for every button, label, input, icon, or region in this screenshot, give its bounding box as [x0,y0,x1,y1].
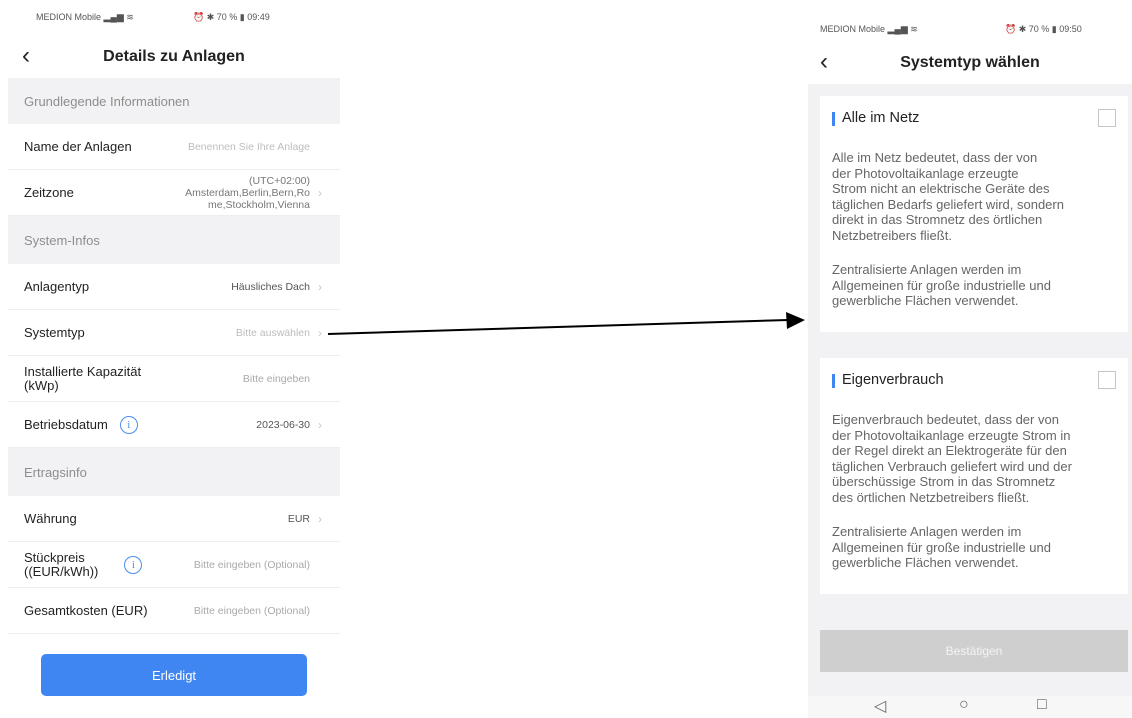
section-system-info: System-Infos [8,216,340,264]
chevron-right-icon: › [318,279,322,294]
section-basic-info: Grundlegende Informationen [8,78,340,124]
option-checkbox[interactable] [1098,109,1116,127]
row-label: Anlagentyp [24,278,90,294]
option-description: Eigenverbrauch bedeutet, dass der von de… [832,412,1072,505]
chevron-right-icon: › [318,417,322,432]
system-type-select[interactable]: Bitte auswählen [236,327,310,339]
accent-bar [832,112,835,126]
battery-level: 70 % [1028,24,1050,34]
page-title: Details zu Anlagen [103,48,245,65]
clock: 09:49 [247,12,270,22]
option-checkbox[interactable] [1098,371,1116,389]
row-system-type[interactable]: Systemtyp Bitte auswählen › [8,310,340,356]
battery-level: 70 % [216,12,238,22]
option-title: Eigenverbrauch [842,372,944,388]
nav-bar: ‹ Systemtyp wählen [808,40,1132,84]
row-currency[interactable]: Währung EUR › [8,496,340,542]
info-icon[interactable]: i [124,555,143,574]
option-note: Zentralisierte Anlagen werden im Allgeme… [832,524,1051,570]
row-label: Zeitzone [24,184,74,200]
capacity-input[interactable]: Bitte eingeben [243,373,310,385]
option-card-grid[interactable]: Alle im Netz Alle im Netz bedeutet, dass… [820,96,1128,332]
circle-home-icon[interactable]: ○ [959,696,969,714]
done-button[interactable]: Erledigt [41,654,307,696]
option-note: Zentralisierte Anlagen werden im Allgeme… [832,262,1051,308]
section-yield-info: Ertragsinfo [8,448,340,496]
row-plant-name[interactable]: Name der Anlagen Benennen Sie Ihre Anlag… [8,124,340,170]
battery-icon: ▮ [1051,24,1057,34]
accent-bar [832,374,835,388]
row-label: Stückpreis ((EUR/kWh)) [24,549,99,579]
system-type-screen: MEDION Mobile ▂▄▆ ≋ ⏰ ✱ 70 % ▮ 09:50 ‹ S… [808,0,1132,718]
carrier-name: MEDION Mobile [36,12,102,22]
nav-bar: ‹ Details zu Anlagen [8,34,340,80]
unit-price-input[interactable]: Bitte eingeben (Optional) [194,559,310,571]
chevron-right-icon: › [318,511,322,526]
row-label: Installierte Kapazität (kWp) [24,363,142,393]
clock: 09:50 [1059,24,1082,34]
battery-icon: ▮ [239,12,245,22]
signal-icon: ▂▄▆ ≋ [887,24,918,34]
option-card-self-consumption[interactable]: Eigenverbrauch Eigenverbrauch bedeutet, … [820,358,1128,594]
row-plant-type[interactable]: Anlagentyp Häusliches Dach › [8,264,340,310]
carrier-name: MEDION Mobile [820,24,886,34]
row-timezone[interactable]: Zeitzone (UTC+02:00) Amsterdam,Berlin,Be… [8,170,340,216]
operating-date-value: 2023-06-30 [256,418,310,431]
row-label: Systemtyp [24,324,85,340]
row-unit-price[interactable]: Stückpreis ((EUR/kWh)) i Bitte eingeben … [8,542,340,588]
chevron-right-icon: › [318,185,322,200]
triangle-back-icon[interactable]: ◁ [874,696,886,716]
square-recent-icon[interactable]: □ [1037,696,1047,714]
chevron-right-icon: › [318,325,322,340]
info-icon[interactable]: i [119,415,138,434]
confirm-button[interactable]: Bestätigen [820,630,1128,672]
plant-details-screen: MEDION Mobile ▂▄▆ ≋ ⏰ ✱ 70 % ▮ 09:49 ‹ D… [8,0,340,718]
status-bar: MEDION Mobile ▂▄▆ ≋ ⏰ ✱ 70 % ▮ 09:49 [8,0,340,34]
status-bar: MEDION Mobile ▂▄▆ ≋ ⏰ ✱ 70 % ▮ 09:50 [808,0,1132,40]
signal-icon: ▂▄▆ ≋ [103,12,134,22]
row-installed-capacity[interactable]: Installierte Kapazität (kWp) Bitte einge… [8,356,340,402]
row-label: Gesamtkosten (EUR) [24,602,148,618]
plant-type-value: Häusliches Dach [231,280,310,293]
currency-value: EUR [287,512,310,525]
alarm-icon: ⏰ ✱ [193,12,217,22]
page-title: Systemtyp wählen [900,54,1040,71]
row-total-cost[interactable]: Gesamtkosten (EUR) Bitte eingeben (Optio… [8,588,340,634]
option-title: Alle im Netz [842,110,920,126]
option-description: Alle im Netz bedeutet, dass der von der … [832,150,1064,243]
system-navigation-bar: ◁ ○ □ [808,696,1132,718]
row-label: Name der Anlagen [24,138,132,154]
alarm-icon: ⏰ ✱ [1005,24,1029,34]
timezone-value: (UTC+02:00) Amsterdam,Berlin,Bern,Ro me,… [185,174,310,211]
plant-name-input[interactable]: Benennen Sie Ihre Anlage [188,141,310,153]
row-label: Währung [24,510,77,526]
row-label: Betriebsdatum [24,416,108,432]
row-operating-date[interactable]: Betriebsdatum i 2023-06-30 › [8,402,340,448]
total-cost-input[interactable]: Bitte eingeben (Optional) [194,605,310,617]
